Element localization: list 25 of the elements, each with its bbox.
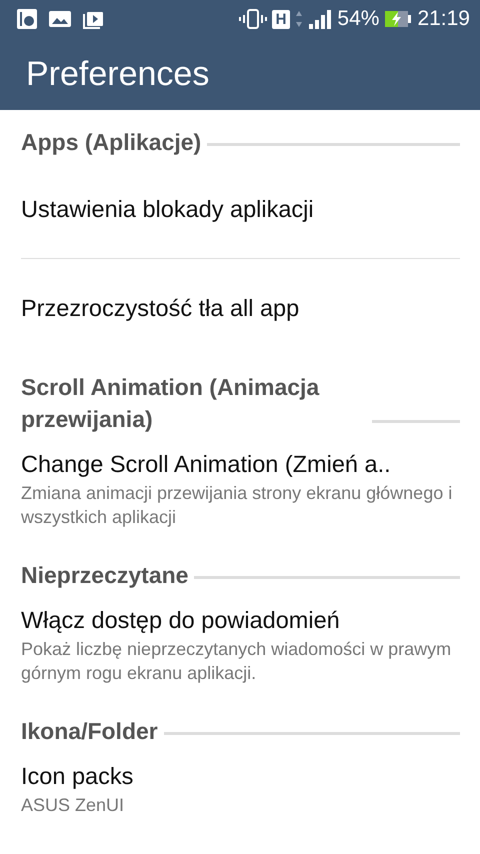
preference-summary: Zmiana animacji przewijania strony ekranu głównego i wszystkich aplikacji xyxy=(21,482,454,529)
preference-summary: Pokaż liczbę nieprzeczytanych wiadomości w prawym górnym rogu ekranu aplikacji. xyxy=(21,638,452,685)
battery-percent: 54% xyxy=(337,7,380,31)
preference-title: Change Scroll Animation (Zmień a.. xyxy=(21,450,392,479)
preference-item[interactable]: Przezroczystość tła all app xyxy=(21,259,460,355)
preference-item[interactable]: Change Scroll Animation (Zmień a.. Zmiana animacji przewijania strony ekranu głównego i wszystkich aplikacji xyxy=(21,443,460,543)
signal-icon xyxy=(308,8,332,30)
preference-summary: ASUS ZenUI xyxy=(21,794,126,817)
preference-title: Ustawienia blokady aplikacji xyxy=(21,195,315,224)
clock: 21:19 xyxy=(417,7,470,31)
section-header: Apps (Aplikacje) xyxy=(21,128,202,157)
preference-title: Włącz dostęp do powiadomień xyxy=(21,606,341,635)
preference-item[interactable]: Włącz dostęp do powiadomień Pokaż liczbę nieprzeczytanych wiadomości w prawym górnym rogu ekranu aplikacji. xyxy=(21,599,460,699)
section-header: Ikona/Folder xyxy=(21,717,158,746)
section-header: Nieprzeczytane xyxy=(21,561,188,590)
battery-charging-icon xyxy=(384,9,412,29)
preference-title: Przezroczystość tła all app xyxy=(21,294,300,323)
preference-item[interactable]: Icon packs ASUS ZenUI xyxy=(21,755,460,831)
preference-title: Icon packs xyxy=(21,762,134,791)
screen-title: Preferences xyxy=(26,54,210,94)
section-header: Scroll Animation (Animacja przewijania) xyxy=(21,373,320,434)
network-type: H xyxy=(272,10,290,28)
image-icon xyxy=(48,9,72,29)
vibrate-icon xyxy=(238,8,267,30)
preference-item[interactable]: Ustawienia blokady aplikacji xyxy=(21,166,460,259)
